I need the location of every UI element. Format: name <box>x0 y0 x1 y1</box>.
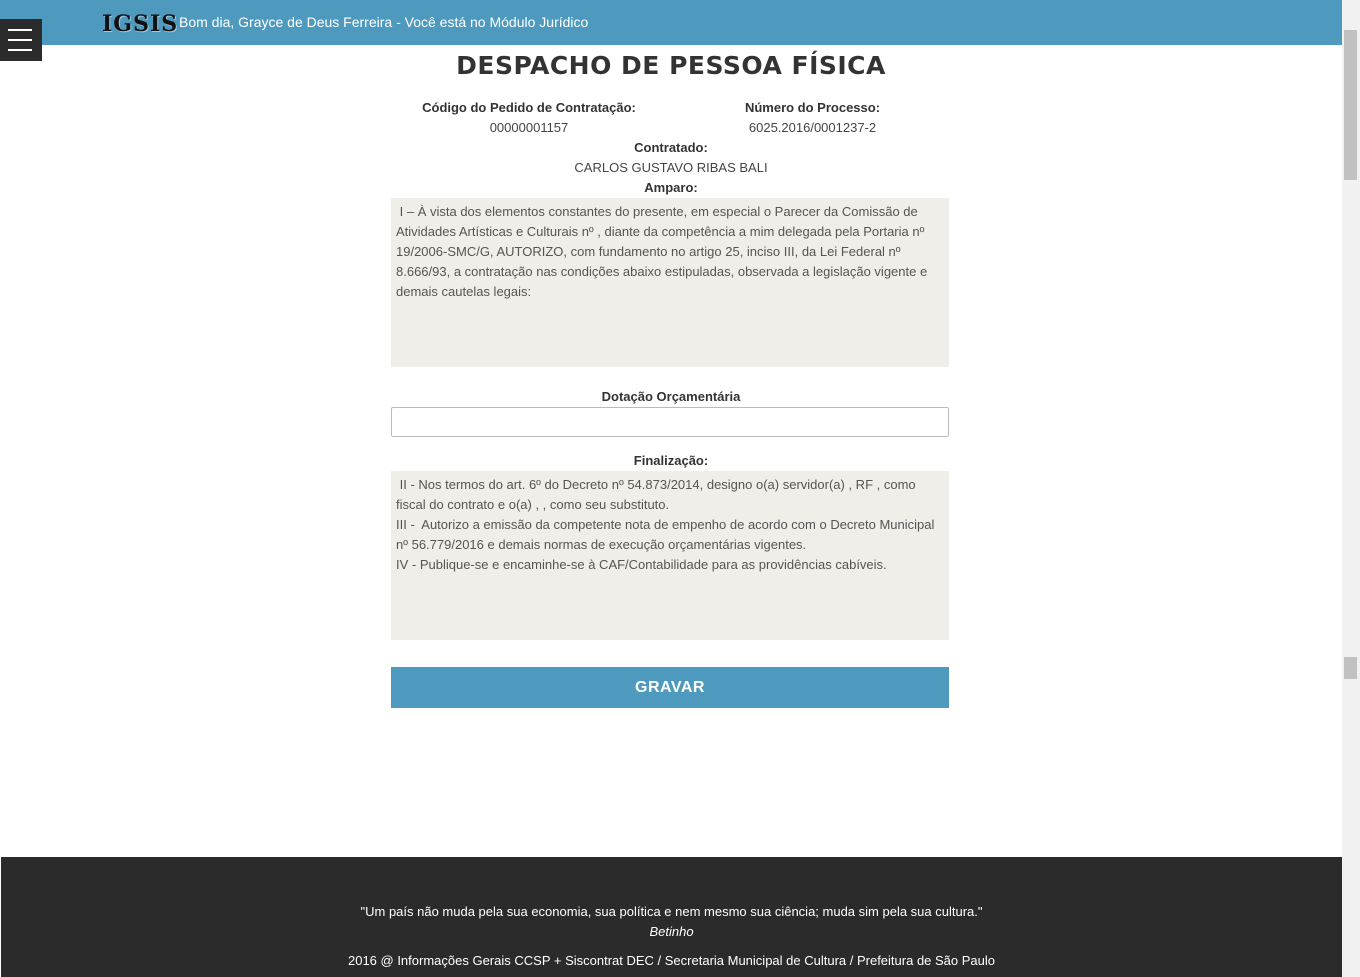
contratado-value: CARLOS GUSTAVO RIBAS BALI <box>574 160 768 175</box>
codigo-pedido-value: 00000001157 <box>489 120 569 135</box>
top-bar: IGSIS Bom dia, Grayce de Deus Ferreira -… <box>0 0 1342 45</box>
page-title: DESPACHO DE PESSOA FÍSICA <box>456 51 886 80</box>
greeting-text: Bom dia, Grayce de Deus Ferreira - Você … <box>179 14 589 30</box>
scrollbar-thumb[interactable] <box>1344 30 1357 180</box>
footer-credits: 2016 @ Informações Gerais CCSP + Siscont… <box>347 953 996 968</box>
page-footer: "Um país não muda pela sua economia, sua… <box>1 857 1342 977</box>
numero-processo-label: Número do Processo: <box>744 100 881 115</box>
dotacao-label: Dotação Orçamentária <box>601 389 741 404</box>
hamburger-line <box>8 39 32 41</box>
scrollbar-marker <box>1344 657 1357 679</box>
footer-quote: "Um país não muda pela sua economia, sua… <box>360 904 983 919</box>
codigo-pedido: Código do Pedido de Contratação: 0000000… <box>404 100 654 135</box>
hamburger-menu-icon <box>8 29 32 31</box>
amparo-label: Amparo: <box>644 180 698 195</box>
numero-processo-value: 6025.2016/0001237-2 <box>748 120 877 135</box>
menu-button[interactable] <box>0 19 42 61</box>
codigo-pedido-label: Código do Pedido de Contratação: <box>422 100 636 115</box>
amparo-textarea[interactable]: I – À vista dos elementos constantes do … <box>391 198 949 367</box>
app-logo[interactable]: IGSIS <box>102 11 178 37</box>
footer-quote-author: Betinho <box>649 924 694 939</box>
contratado-label: Contratado: <box>634 140 708 155</box>
numero-processo: Número do Processo: 6025.2016/0001237-2 <box>700 100 925 135</box>
gravar-button[interactable]: GRAVAR <box>391 667 949 708</box>
page-scrollbar[interactable] <box>1342 0 1360 977</box>
dotacao-input[interactable] <box>391 407 949 437</box>
finalizacao-label: Finalização: <box>633 453 709 468</box>
hamburger-line <box>8 49 32 51</box>
finalizacao-textarea[interactable]: II - Nos termos do art. 6º do Decreto nº… <box>391 471 949 640</box>
